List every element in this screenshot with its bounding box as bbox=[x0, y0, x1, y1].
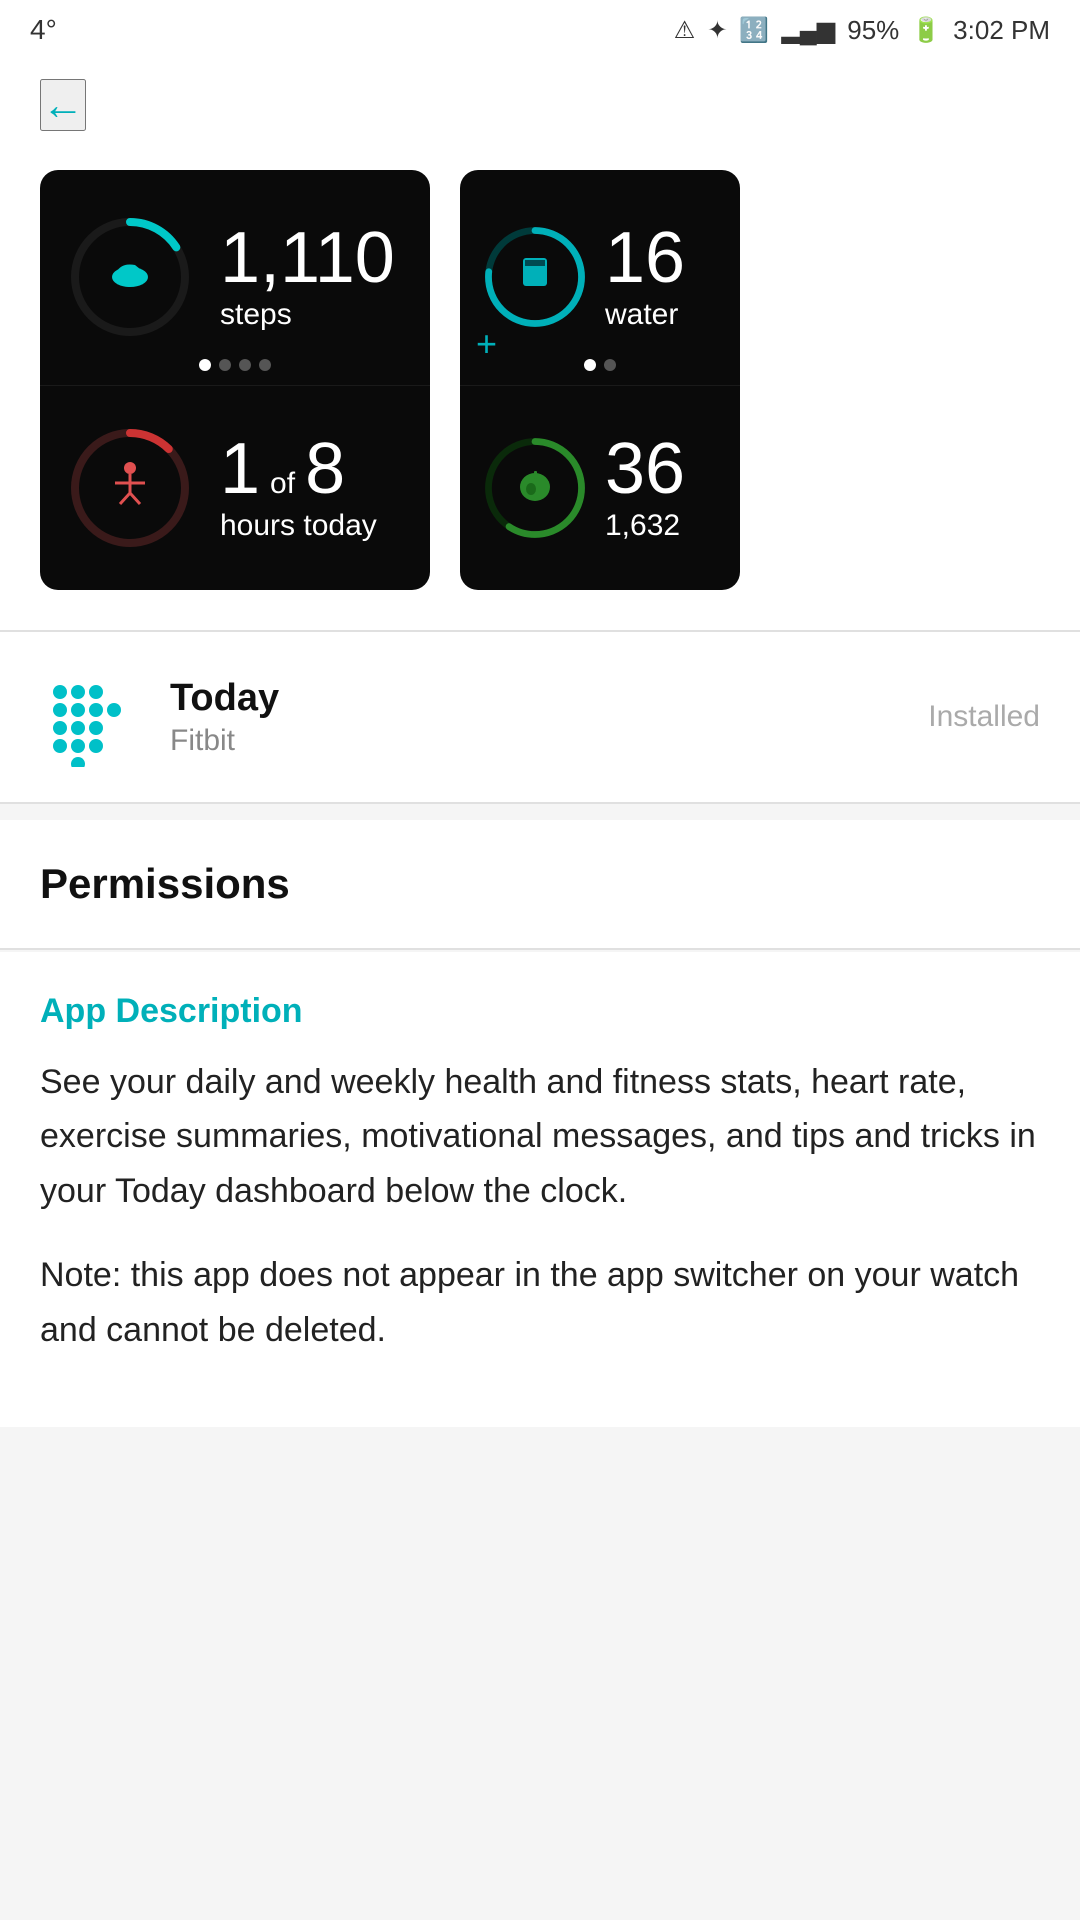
time-display: 3:02 PM bbox=[953, 15, 1050, 46]
top-nav: ← bbox=[0, 60, 1080, 150]
hours-number: 1 bbox=[220, 433, 260, 505]
steps-ring bbox=[65, 212, 195, 342]
hours-ring bbox=[65, 423, 195, 553]
page-dots-left bbox=[199, 359, 271, 371]
app-text: Today Fitbit bbox=[170, 677, 279, 758]
water-icon bbox=[513, 250, 557, 304]
app-developer: Fitbit bbox=[170, 724, 279, 758]
description-section: App Description See your daily and weekl… bbox=[0, 952, 1080, 1427]
screen-top-left: 1,110 steps bbox=[40, 170, 430, 386]
screen-top-right: 16 water + bbox=[460, 170, 740, 386]
screen-bottom-left: 1 of 8 hours today bbox=[40, 386, 430, 591]
food-icon bbox=[513, 461, 557, 515]
active-icon bbox=[105, 458, 155, 518]
food-sublabel: 1,632 bbox=[605, 509, 720, 543]
description-heading: App Description bbox=[40, 992, 1040, 1031]
rdot-1 bbox=[584, 359, 596, 371]
hours-of: of bbox=[270, 467, 295, 501]
screenshots-section: 1,110 steps bbox=[0, 150, 1080, 630]
steps-icon bbox=[105, 247, 155, 307]
battery-icon: 🔋 bbox=[911, 16, 941, 45]
description-paragraph-1: See your daily and weekly health and fit… bbox=[40, 1055, 1040, 1218]
dot-3 bbox=[239, 359, 251, 371]
screenshot-right: 16 water + bbox=[460, 170, 740, 590]
water-number: 16 bbox=[605, 222, 720, 294]
data-icon: 🔢 bbox=[739, 16, 769, 45]
steps-label: steps bbox=[220, 298, 405, 332]
divider-2 bbox=[0, 802, 1080, 804]
screen-bottom-right: 36 1,632 bbox=[460, 386, 740, 591]
description-paragraph-2: Note: this app does not appear in the ap… bbox=[40, 1248, 1040, 1357]
battery-percent: 95% bbox=[847, 15, 899, 46]
signal-icon: ▂▄▆ bbox=[781, 16, 835, 45]
app-info-left: Today Fitbit bbox=[40, 667, 279, 767]
permissions-section: Permissions bbox=[0, 820, 1080, 948]
back-button[interactable]: ← bbox=[40, 79, 86, 131]
steps-number: 1,110 bbox=[220, 222, 405, 294]
status-bar: 4° ⚠ ✦ 🔢 ▂▄▆ 95% 🔋 3:02 PM bbox=[0, 0, 1080, 60]
hours-label: hours today bbox=[220, 509, 405, 543]
water-ring bbox=[480, 222, 590, 332]
app-logo bbox=[40, 667, 140, 767]
app-info-section: Today Fitbit Installed bbox=[0, 632, 1080, 802]
hazard-icon: ⚠ bbox=[674, 16, 696, 45]
water-stats: 16 water bbox=[605, 222, 720, 332]
steps-stats: 1,110 steps bbox=[220, 222, 405, 332]
rdot-2 bbox=[604, 359, 616, 371]
dot-1 bbox=[199, 359, 211, 371]
dot-4 bbox=[259, 359, 271, 371]
water-label: water bbox=[605, 298, 720, 332]
hours-stats: 1 of 8 hours today bbox=[220, 433, 405, 543]
food-stats: 36 1,632 bbox=[605, 433, 720, 543]
temperature: 4° bbox=[30, 14, 57, 46]
hours-total: 8 bbox=[305, 433, 345, 505]
page-dots-right bbox=[584, 359, 616, 371]
plus-icon: + bbox=[476, 323, 497, 365]
app-name: Today bbox=[170, 677, 279, 720]
food-ring bbox=[480, 433, 590, 543]
status-icons: ⚠ ✦ 🔢 ▂▄▆ 95% 🔋 3:02 PM bbox=[674, 15, 1050, 46]
screenshot-left: 1,110 steps bbox=[40, 170, 430, 590]
bluetooth-icon: ✦ bbox=[707, 16, 727, 45]
permissions-title: Permissions bbox=[40, 860, 1040, 908]
divider-3 bbox=[0, 948, 1080, 950]
dot-2 bbox=[219, 359, 231, 371]
food-number: 36 bbox=[605, 433, 720, 505]
installed-badge: Installed bbox=[928, 700, 1040, 734]
